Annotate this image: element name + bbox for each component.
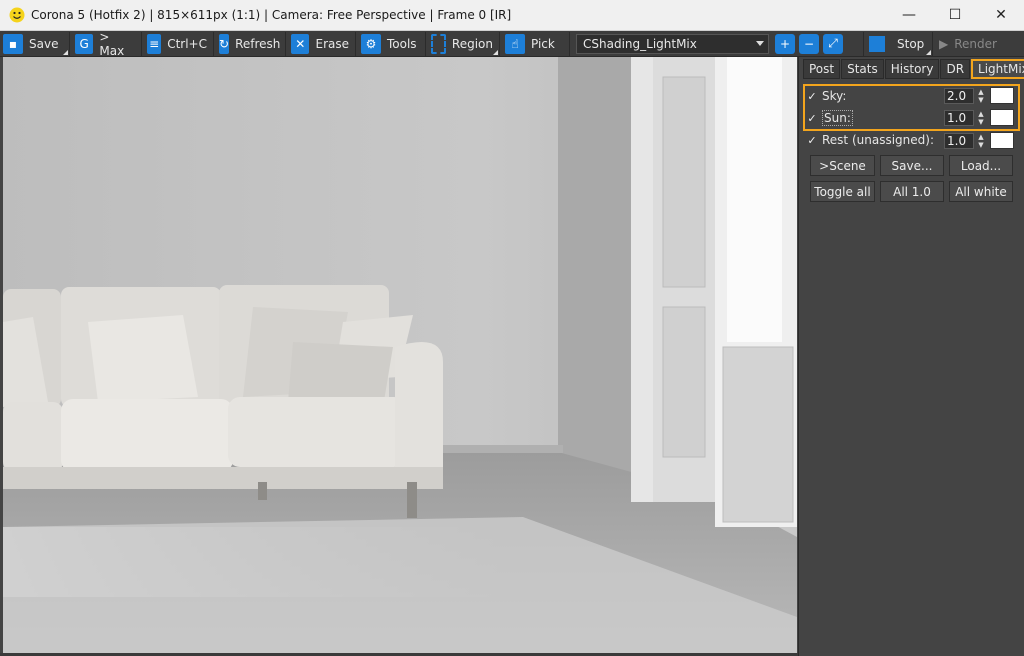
tab-lightmix[interactable]: LightMix <box>971 59 1024 79</box>
pick-hand-icon: ☝ <box>505 33 525 54</box>
rest-color-swatch[interactable] <box>990 132 1014 149</box>
render-button[interactable]: ▶ Render <box>935 32 1005 56</box>
render-viewport[interactable] <box>3 57 797 653</box>
stop-square-icon <box>869 35 885 52</box>
max-logo-icon: G <box>75 33 94 54</box>
stop-button[interactable]: Stop <box>863 31 933 56</box>
clipboard-icon: ≡ <box>147 33 162 54</box>
floppy-icon: ▪ <box>3 33 23 54</box>
minimize-button[interactable]: — <box>886 0 932 30</box>
tab-history[interactable]: History <box>884 59 940 79</box>
save-lightmix-button[interactable]: Save... <box>880 155 944 176</box>
to-max-button[interactable]: G > Max <box>72 29 142 58</box>
tools-label: Tools <box>387 36 417 51</box>
title-bar: Corona 5 (Hotfix 2) | 815×611px (1:1) | … <box>0 0 1024 31</box>
erase-label: Erase <box>315 36 349 51</box>
render-element-select[interactable]: CShading_LightMix <box>576 33 769 54</box>
rest-intensity-input[interactable]: 1.0 <box>944 133 974 149</box>
close-button[interactable]: ✕ <box>978 0 1024 30</box>
all-white-button[interactable]: All white <box>949 181 1013 202</box>
sky-sun-highlight-box <box>803 84 1020 131</box>
region-select-icon <box>431 33 446 54</box>
tools-button[interactable]: ⚙ Tools <box>358 31 426 56</box>
copy-label: Ctrl+C <box>167 36 207 51</box>
zoom-fit-icon[interactable]: ⤢ <box>823 33 843 54</box>
play-icon: ▶ <box>939 36 949 51</box>
load-lightmix-button[interactable]: Load... <box>949 155 1013 176</box>
pick-button[interactable]: ☝ Pick <box>502 31 570 56</box>
chevron-down-icon <box>756 40 764 46</box>
refresh-icon: ↻ <box>219 33 230 54</box>
lightmix-row-rest: ✓ Rest (unassigned): <box>807 130 934 150</box>
to-scene-button[interactable]: >Scene <box>810 155 875 176</box>
pick-label: Pick <box>531 36 555 51</box>
rest-spinner-icon[interactable]: ▲ ▼ <box>977 133 985 149</box>
zoom-out-icon[interactable]: − <box>799 33 819 54</box>
tab-stats[interactable]: Stats <box>841 59 884 79</box>
toggle-all-button[interactable]: Toggle all <box>810 181 875 202</box>
all-one-button[interactable]: All 1.0 <box>880 181 944 202</box>
erase-x-icon: ✕ <box>291 33 310 54</box>
corona-vfb-window: Corona 5 (Hotfix 2) | 815×611px (1:1) | … <box>0 0 1024 656</box>
erase-button[interactable]: ✕ Erase <box>288 31 356 56</box>
copy-button[interactable]: ≡ Ctrl+C <box>144 31 214 56</box>
save-label: Save <box>29 36 59 51</box>
rest-checkbox[interactable]: ✓ <box>807 134 817 147</box>
smiley-icon <box>9 7 25 23</box>
maximize-button[interactable]: ☐ <box>932 0 978 30</box>
save-button[interactable]: ▪ Save <box>0 31 70 56</box>
to-max-label: > Max <box>99 29 125 58</box>
window-title: Corona 5 (Hotfix 2) | 815×611px (1:1) | … <box>31 8 512 22</box>
side-panel: Post Stats History DR LightMix ✓ Sky: 2.… <box>798 57 1024 656</box>
toolbar: ▪ Save G > Max ≡ Ctrl+C ↻ Refresh ✕ Eras… <box>0 29 1024 58</box>
region-label: Region <box>451 36 493 51</box>
panel-tabs: Post Stats History DR LightMix <box>803 59 1024 81</box>
stop-label: Stop <box>897 36 925 51</box>
rendered-room-image <box>3 57 797 653</box>
region-button[interactable]: Region <box>428 31 500 56</box>
refresh-button[interactable]: ↻ Refresh <box>216 31 286 56</box>
refresh-label: Refresh <box>235 36 281 51</box>
render-label: Render <box>954 36 997 51</box>
tab-post[interactable]: Post <box>803 59 841 79</box>
zoom-in-icon[interactable]: + <box>775 33 795 54</box>
rest-label: Rest (unassigned): <box>822 133 934 147</box>
tab-dr[interactable]: DR <box>940 59 971 79</box>
gear-icon: ⚙ <box>361 33 381 54</box>
render-element-value: CShading_LightMix <box>583 36 697 51</box>
